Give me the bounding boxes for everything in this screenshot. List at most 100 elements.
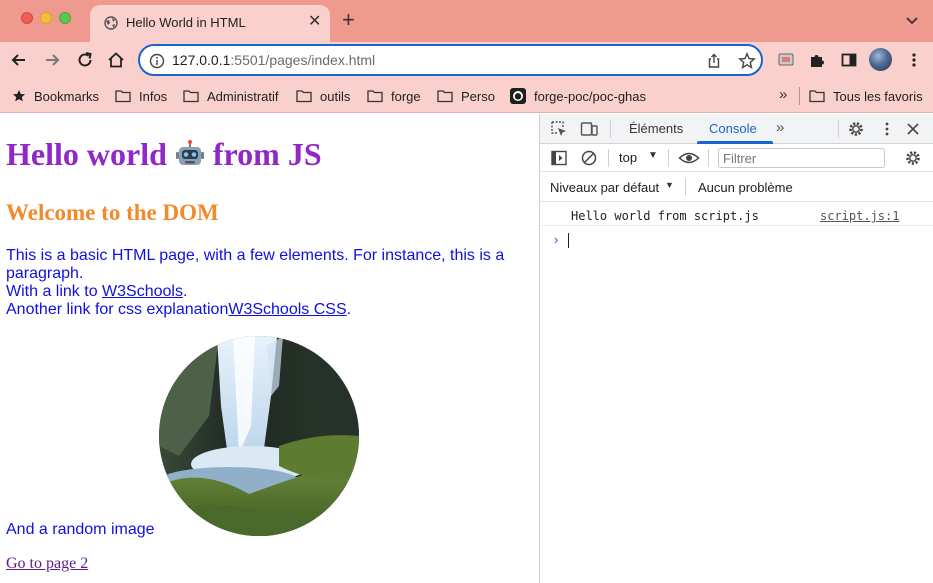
bookmark-label: Infos [139, 88, 168, 104]
devtools-panel: Éléments Console » top ▼ Filtrer Niveaux… [539, 114, 933, 583]
css-line-prefix: Another link for css explanation [6, 301, 229, 318]
kebab-menu-icon[interactable] [878, 120, 896, 138]
waterfall-image [159, 336, 359, 536]
console-levels-bar: Niveaux par défaut ▼ Aucun problème [540, 172, 933, 202]
image-caption: And a random image [6, 521, 155, 538]
bookmarks-divider [799, 87, 800, 105]
tab-strip: Hello World in HTML ✕ + [0, 0, 933, 42]
log-source-link[interactable]: script.js:1 [820, 209, 899, 223]
toolbar-divider [838, 120, 839, 138]
issues-button[interactable]: Aucun problème [698, 180, 793, 195]
page-viewport: Hello world from JS Welcome to the DOM T… [0, 114, 539, 583]
tab-console[interactable]: Console [709, 121, 757, 136]
bookmark-folder-outils[interactable]: outils [296, 87, 350, 105]
github-icon [510, 88, 526, 104]
toolbar-divider [610, 120, 611, 138]
levels-dropdown-arrow[interactable]: ▼ [665, 180, 674, 190]
context-dropdown-arrow[interactable]: ▼ [648, 150, 658, 161]
sidebar-toggle-icon[interactable] [550, 149, 568, 167]
link-line-suffix: . [182, 283, 188, 300]
tab-title: Hello World in HTML [126, 15, 246, 30]
browser-tab[interactable]: Hello World in HTML ✕ [90, 5, 330, 42]
console-log-row: Hello world from script.js script.js:1 [540, 204, 933, 226]
star-icon [13, 90, 25, 102]
new-tab-button[interactable]: + [342, 9, 355, 31]
folder-icon [115, 90, 131, 103]
clear-console-icon[interactable] [580, 149, 598, 167]
log-message: Hello world from script.js [571, 209, 759, 223]
bookmark-folder-forge[interactable]: forge [367, 87, 421, 105]
bookmark-item-bookmarks[interactable]: Bookmarks [12, 87, 99, 105]
site-info-icon[interactable] [149, 53, 165, 69]
w3schools-css-link[interactable]: W3Schools CSS [228, 301, 346, 318]
robot-emoji-icon [175, 140, 204, 165]
bookmark-label: Perso [461, 88, 495, 104]
url-path: :5501/pages/index.html [230, 52, 376, 68]
profile-avatar[interactable] [869, 48, 892, 71]
address-bar[interactable]: 127.0.0.1:5501/pages/index.html [138, 44, 763, 76]
extensions-puzzle-icon[interactable] [808, 51, 826, 69]
tab-elements[interactable]: Éléments [629, 121, 683, 136]
kebab-menu-icon[interactable] [905, 51, 923, 69]
console-prompt-chevron-icon: › [554, 232, 559, 247]
bookmark-label: Bookmarks [34, 88, 100, 104]
console-settings-gear-icon[interactable] [904, 149, 922, 167]
w3schools-link[interactable]: W3Schools [102, 283, 183, 300]
settings-gear-icon[interactable] [847, 120, 865, 138]
chevron-down-icon[interactable] [905, 13, 919, 27]
bookmark-label: Tous les favoris [833, 88, 923, 104]
bookmark-folder-administratif[interactable]: Administratif [183, 87, 279, 105]
log-levels-dropdown[interactable]: Niveaux par défaut [550, 180, 659, 195]
close-tab-icon[interactable]: ✕ [308, 13, 321, 31]
device-toolbar-icon[interactable] [580, 120, 598, 138]
share-icon[interactable] [706, 53, 722, 69]
bookmark-item-github[interactable]: forge-poc/poc-ghas [510, 87, 646, 105]
bookmark-label: forge [391, 88, 421, 104]
inspect-element-icon[interactable] [550, 120, 568, 138]
folder-icon [809, 90, 825, 103]
devtools-tab-bar: Éléments Console » [540, 114, 933, 144]
bookmark-folder-perso[interactable]: Perso [437, 87, 495, 105]
back-arrow-icon[interactable] [9, 50, 29, 70]
bookmarks-bar: Bookmarks Infos Administratif outils for… [0, 78, 933, 113]
home-icon[interactable] [106, 50, 126, 70]
minimize-window-button[interactable] [40, 12, 52, 24]
filter-placeholder: Filtrer [723, 151, 757, 166]
context-selector[interactable]: top [619, 150, 637, 165]
side-panel-icon[interactable] [840, 51, 858, 69]
close-devtools-icon[interactable] [904, 120, 922, 138]
toolbar-divider [668, 149, 669, 167]
folder-icon [183, 90, 199, 103]
toolbar-divider [608, 149, 609, 167]
console-input-caret[interactable] [568, 233, 569, 248]
cast-extension-icon[interactable] [777, 51, 795, 69]
close-window-button[interactable] [21, 12, 33, 24]
bookmarks-overflow-button[interactable]: » [779, 86, 787, 103]
bookmark-star-icon[interactable] [738, 52, 756, 70]
console-toolbar: top ▼ Filtrer [540, 144, 933, 172]
toolbar-divider [685, 178, 686, 196]
folder-icon [296, 90, 312, 103]
maximize-window-button[interactable] [59, 12, 71, 24]
console-filter-input[interactable]: Filtrer [718, 148, 885, 168]
more-tabs-button[interactable]: » [776, 119, 784, 136]
bookmark-folder-infos[interactable]: Infos [115, 87, 167, 105]
toolbar-divider [708, 149, 709, 167]
url-text[interactable]: 127.0.0.1:5501/pages/index.html [172, 52, 375, 68]
heading-text-end: from JS [212, 136, 322, 172]
reload-icon[interactable] [75, 50, 95, 70]
heading-text-start: Hello world [6, 136, 167, 172]
page-2-link[interactable]: Go to page 2 [6, 555, 88, 573]
browser-toolbar: 127.0.0.1:5501/pages/index.html [0, 42, 933, 78]
folder-icon [437, 90, 453, 103]
css-line-suffix: . [346, 301, 352, 318]
forward-arrow-icon[interactable] [42, 50, 62, 70]
url-host: 127.0.0.1 [172, 52, 231, 68]
link-line-prefix: With a link to [6, 283, 98, 300]
paragraph-text: This is a basic HTML page, with a few el… [6, 247, 505, 282]
folder-icon [367, 90, 383, 103]
bookmark-label: Administratif [207, 88, 279, 104]
all-bookmarks-folder[interactable]: Tous les favoris [809, 87, 923, 105]
page-heading: Hello world from JS [6, 136, 322, 173]
live-expression-eye-icon[interactable] [678, 149, 700, 167]
